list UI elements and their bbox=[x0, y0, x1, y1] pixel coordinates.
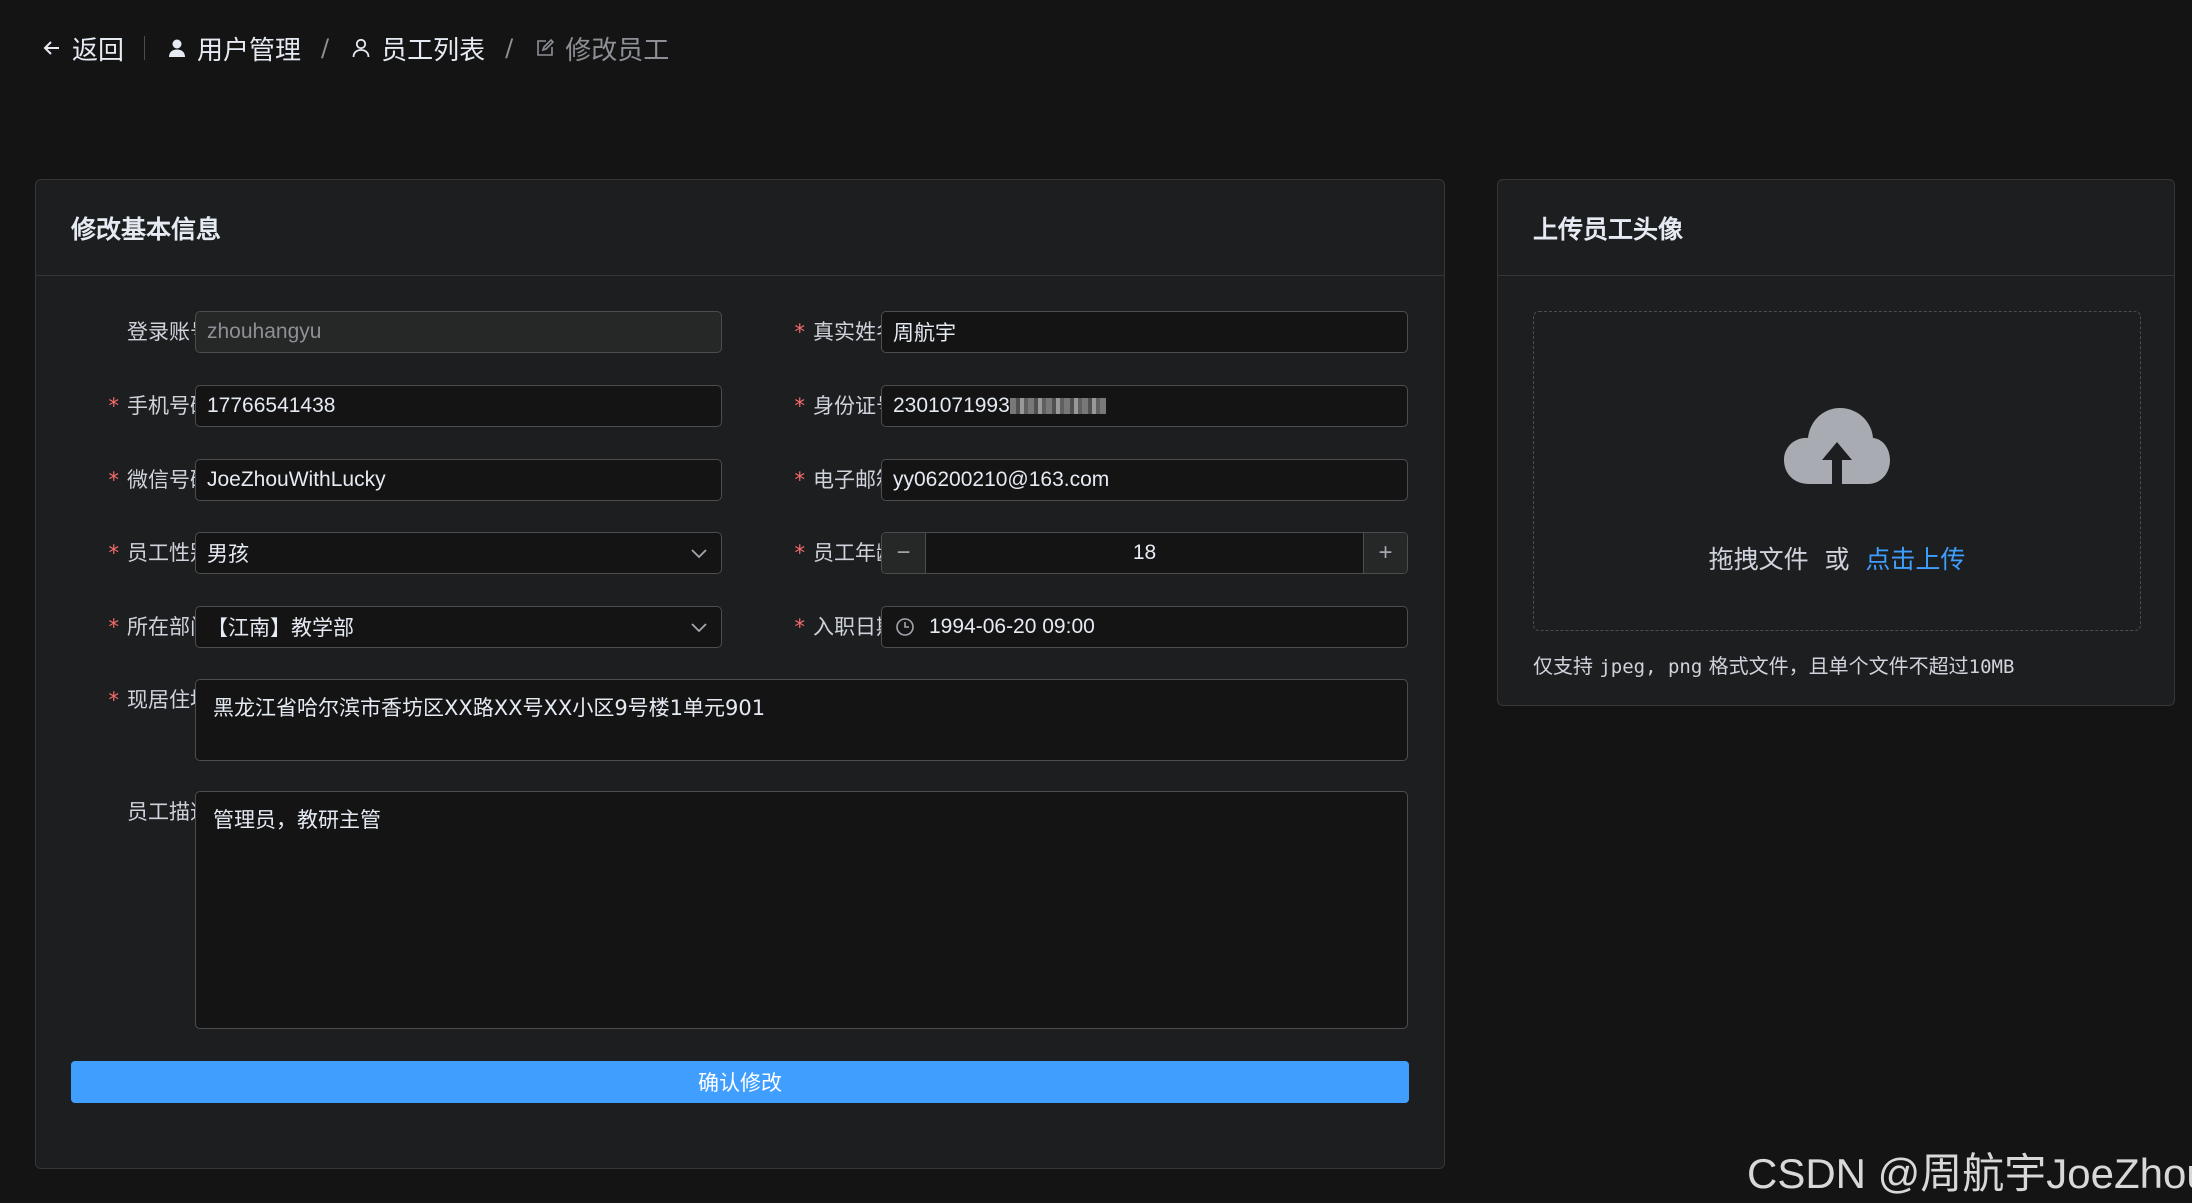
click-upload-link[interactable]: 点击上传 bbox=[1865, 545, 1965, 574]
basic-info-title: 修改基本信息 bbox=[36, 180, 1444, 276]
breadcrumb: 返回 用户管理 / 员工列表 / 修改员工 bbox=[40, 28, 669, 68]
id-card-label: * 身份证号 bbox=[794, 394, 898, 418]
age-stepper[interactable]: − 18 + bbox=[881, 532, 1408, 574]
confirm-edit-button[interactable]: 确认修改 bbox=[71, 1061, 1409, 1103]
breadcrumb-separator: / bbox=[321, 34, 330, 62]
email-label: * 电子邮箱 bbox=[794, 468, 898, 492]
watermark: CSDN @周航宇JoeZhou bbox=[1747, 1150, 2192, 1197]
breadcrumb-label: 用户管理 bbox=[197, 35, 302, 66]
department-label: * 所在部门 bbox=[108, 615, 212, 639]
redacted-digits bbox=[1009, 398, 1106, 415]
address-textarea[interactable]: 黑龙江省哈尔滨市香坊区XX路XX号XX小区9号楼1单元901 bbox=[195, 679, 1408, 761]
breadcrumb-separator: / bbox=[505, 34, 514, 62]
department-select[interactable]: 【江南】教学部 bbox=[195, 606, 722, 648]
description-label: 员工描述 bbox=[127, 800, 211, 824]
real-name-label: * 真实姓名 bbox=[794, 320, 898, 344]
user-icon bbox=[349, 36, 373, 60]
breadcrumb-item-employee-list[interactable]: 员工列表 bbox=[349, 30, 485, 67]
decrease-button[interactable]: − bbox=[882, 533, 926, 573]
chevron-down-icon bbox=[688, 542, 710, 564]
real-name-input[interactable]: 周航宇 bbox=[881, 311, 1408, 353]
upload-dropzone[interactable]: 拖拽文件 或 点击上传 bbox=[1533, 311, 2141, 631]
description-textarea[interactable]: 管理员，教研主管 bbox=[195, 791, 1408, 1029]
breadcrumb-item-edit-employee: 修改员工 bbox=[533, 30, 669, 67]
hire-date-label: * 入职日期 bbox=[794, 615, 898, 639]
address-label: * 现居住地 bbox=[108, 688, 212, 712]
phone-input[interactable]: 17766541438 bbox=[195, 385, 722, 427]
hire-date-picker[interactable]: 1994-06-20 09:00 bbox=[881, 606, 1408, 648]
breadcrumb-item-user-management[interactable]: 用户管理 bbox=[165, 30, 301, 67]
wechat-label: * 微信号码 bbox=[108, 468, 212, 492]
breadcrumb-label: 修改员工 bbox=[565, 35, 670, 66]
upload-hint: 拖拽文件 或 点击上传 bbox=[1708, 545, 1966, 574]
phone-label: * 手机号码 bbox=[108, 394, 212, 418]
login-account-label: 登录账号 bbox=[127, 320, 211, 344]
id-card-input[interactable]: 2301071993 bbox=[881, 385, 1408, 427]
breadcrumb-label: 员工列表 bbox=[381, 35, 486, 66]
gender-label: * 员工性别 bbox=[108, 541, 212, 565]
chevron-down-icon bbox=[688, 616, 710, 638]
breadcrumb-divider bbox=[144, 36, 146, 60]
upload-tip: 仅支持 jpeg, png 格式文件，且单个文件不超过10MB bbox=[1533, 654, 2015, 678]
increase-button[interactable]: + bbox=[1363, 533, 1407, 573]
age-value[interactable]: 18 bbox=[926, 541, 1363, 565]
upload-cloud-icon bbox=[1782, 404, 1892, 492]
basic-info-card: 修改基本信息 登录账号 zhouhangyu * 真实姓名 周航宇 * 手机号码 1… bbox=[35, 179, 1445, 1169]
arrow-left-icon bbox=[40, 36, 64, 60]
clock-icon bbox=[893, 615, 917, 639]
avatar-upload-card: 上传员工头像 拖拽文件 或 点击上传 仅支持 jpeg, png 格式文件，且单… bbox=[1497, 179, 2175, 706]
user-filled-icon bbox=[165, 36, 189, 60]
email-input[interactable]: yy06200210@163.com bbox=[881, 459, 1408, 501]
gender-select[interactable]: 男孩 bbox=[195, 532, 722, 574]
login-account-input[interactable]: zhouhangyu bbox=[195, 311, 722, 353]
back-label: 返回 bbox=[72, 35, 125, 66]
edit-icon bbox=[533, 36, 557, 60]
wechat-input[interactable]: JoeZhouWithLucky bbox=[195, 459, 722, 501]
avatar-upload-title: 上传员工头像 bbox=[1498, 180, 2174, 276]
age-label: * 员工年龄 bbox=[794, 541, 898, 565]
back-button[interactable]: 返回 bbox=[40, 30, 124, 67]
